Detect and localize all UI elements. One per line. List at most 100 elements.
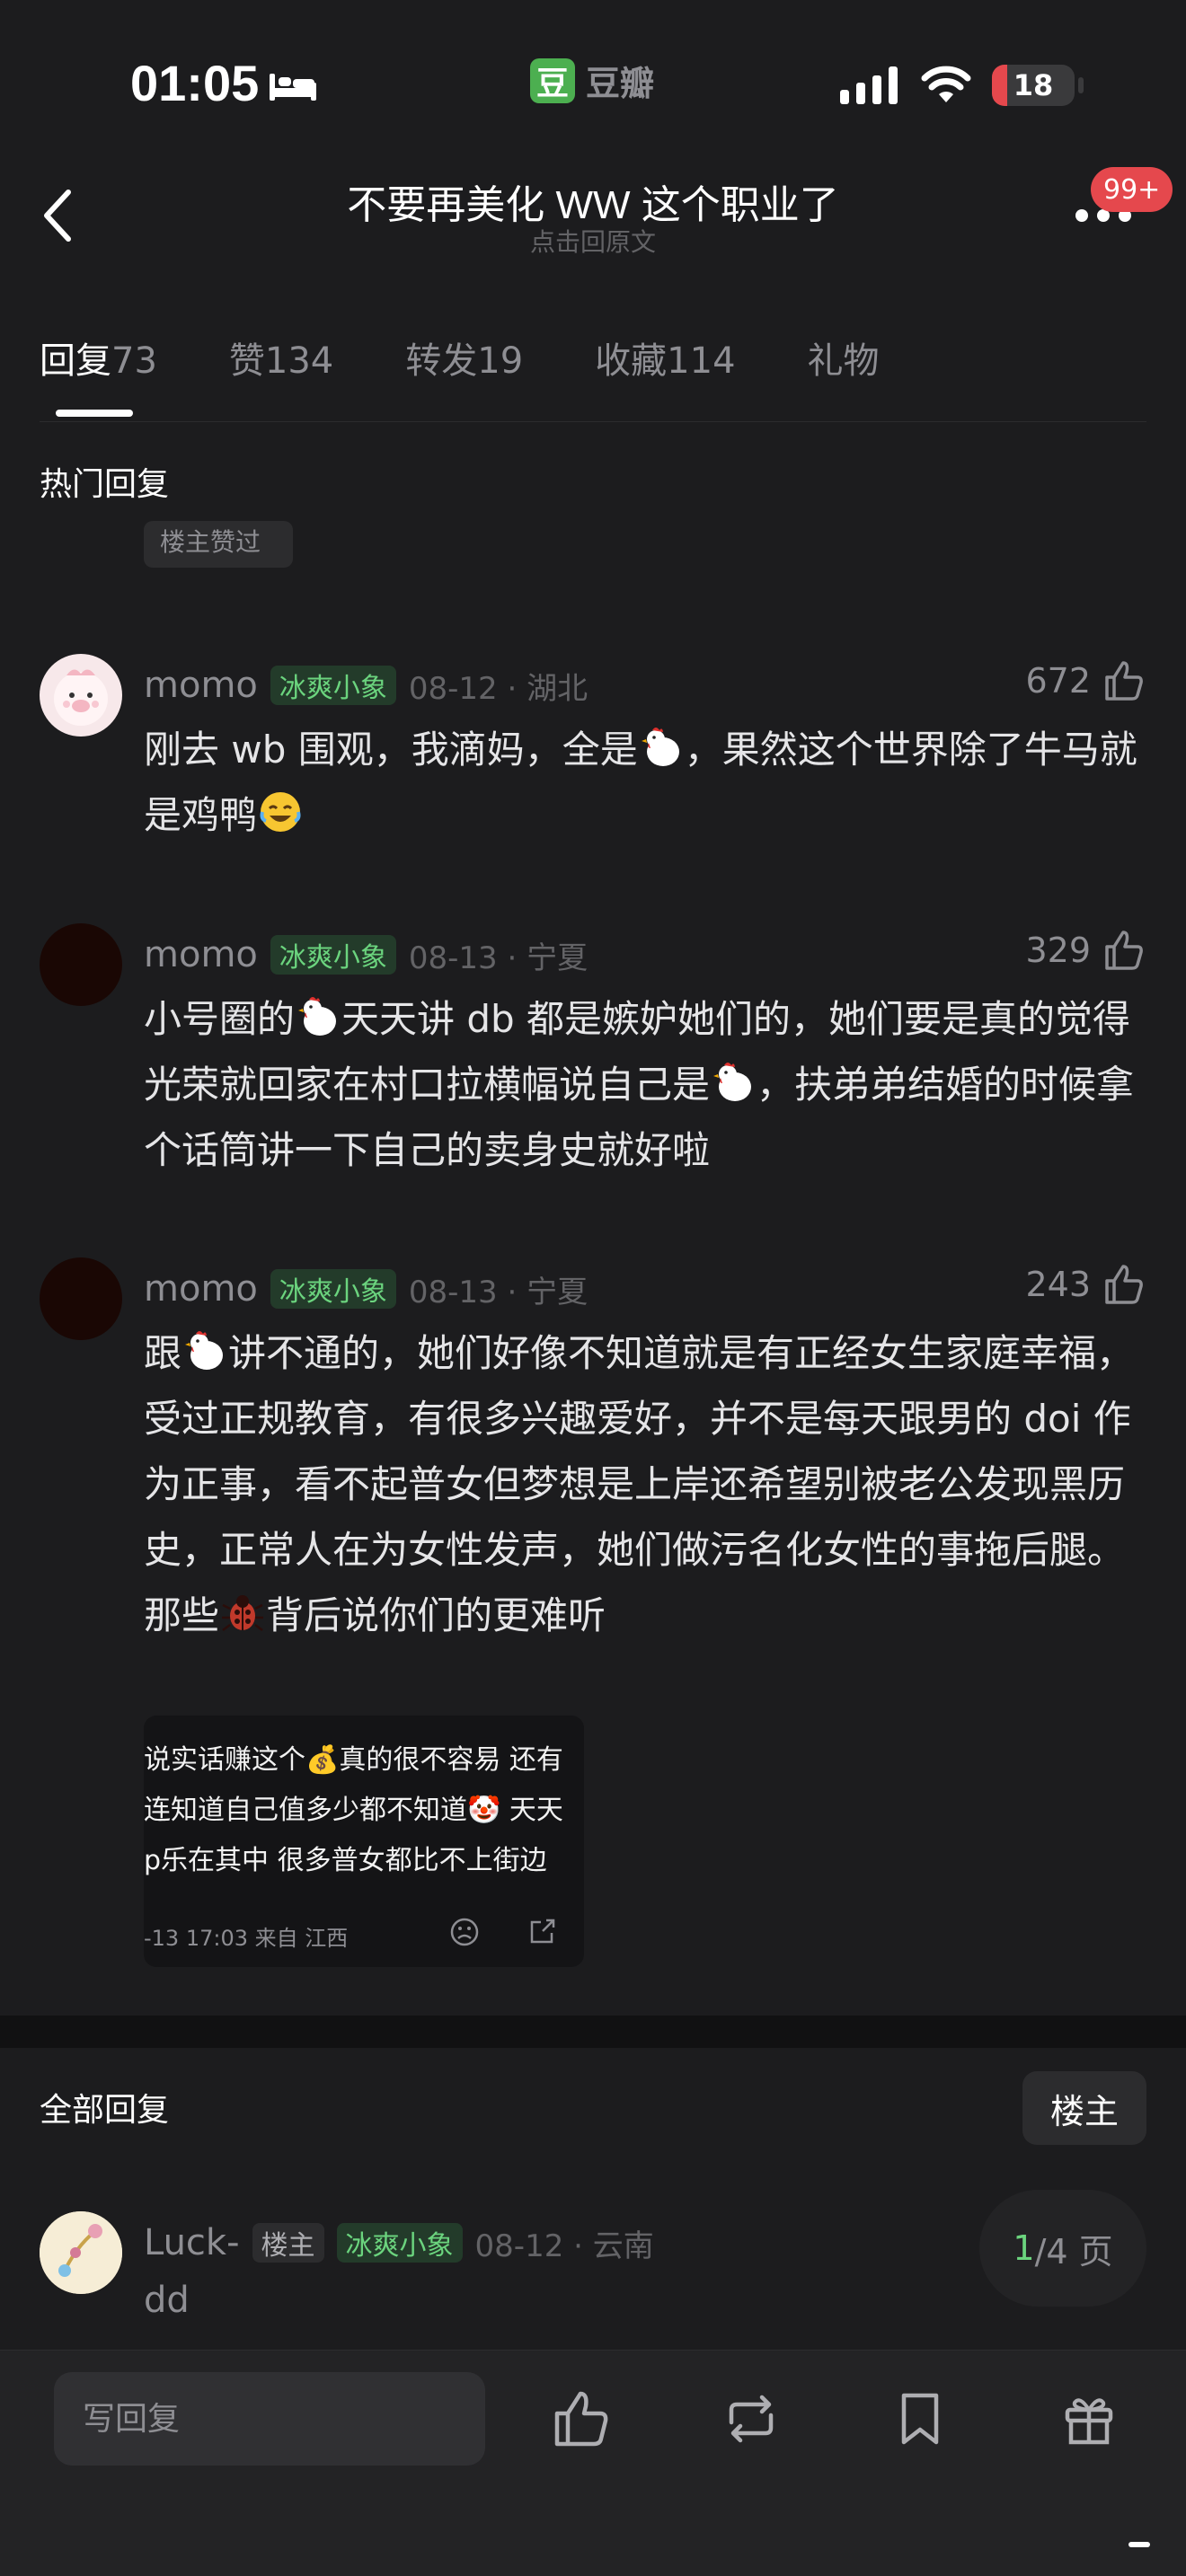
comment-date: 08-13 · 宁夏: [408, 940, 589, 976]
like-button[interactable]: 243: [1025, 1261, 1146, 1308]
repost-icon[interactable]: [719, 2386, 783, 2451]
total-pages: /4 页: [1034, 2231, 1113, 2272]
back-icon[interactable]: [36, 180, 81, 251]
like-count: 672: [1025, 661, 1091, 701]
image-text-line: 说实话赚这个💰真的很不容易 还有: [144, 1744, 563, 1776]
like-count: 243: [1025, 1265, 1091, 1304]
all-replies-title: 全部回复: [40, 2092, 170, 2129]
comment-author[interactable]: Luck-: [144, 2222, 240, 2263]
page-indicator[interactable]: 1/4 页: [979, 2190, 1146, 2307]
comment-author[interactable]: momo: [144, 665, 258, 706]
comment-text: 刚去 wb 围观，我滴妈，全是: [144, 728, 638, 772]
user-badge[interactable]: 冰爽小象: [270, 1269, 396, 1309]
battery-indicator: 18: [992, 65, 1075, 106]
reply-input[interactable]: [54, 2372, 485, 2466]
user-badge[interactable]: 冰爽小象: [270, 666, 396, 705]
comment-header: Luck- 楼主 冰爽小象 08-12 · 云南: [144, 2220, 654, 2265]
user-badge[interactable]: 冰爽小象: [336, 2223, 463, 2263]
laugh-emoji-icon: [260, 792, 301, 832]
user-badge[interactable]: 冰爽小象: [270, 935, 396, 975]
comment-body: 刚去 wb 围观，我滴妈，全是 ，果然这个世界除了牛马就是鸡鸭: [144, 717, 1146, 848]
comment-text: 跟: [144, 1331, 182, 1375]
battery-level-fill: [992, 65, 1007, 106]
chicken-emoji-icon: [298, 997, 337, 1036]
home-indicator: [1128, 2542, 1150, 2547]
comment-date: 08-13 · 宁夏: [408, 1274, 589, 1310]
comment-header: momo 冰爽小象 08-13 · 宁夏: [144, 1266, 588, 1311]
tab-label: 回复: [40, 340, 111, 382]
tab-reposts[interactable]: 转发19: [405, 332, 523, 422]
tab-collections[interactable]: 收藏114: [595, 332, 735, 422]
comment-date: 08-12 · 湖北: [408, 670, 589, 707]
battery-cap: [1078, 77, 1084, 93]
tab-active-underline: [56, 410, 133, 417]
comment-header: momo 冰爽小象 08-12 · 湖北: [144, 663, 588, 708]
thumb-up-icon: [1105, 661, 1143, 701]
comment-image-attachment[interactable]: 说实话赚这个💰真的很不容易 还有 连知道自己值多少都不知道🤡 天天 p乐在其中 …: [144, 1716, 584, 1967]
like-count: 329: [1025, 931, 1091, 970]
tab-label: 转发: [405, 340, 478, 382]
reaction-tabs: 回复73 赞134 转发19 收藏114 礼物: [40, 332, 1146, 422]
dislike-face-icon: [450, 1918, 479, 1946]
op-only-filter-button[interactable]: 楼主: [1022, 2071, 1146, 2145]
like-button[interactable]: 329: [1025, 927, 1146, 974]
bug-emoji-icon: [222, 1595, 264, 1631]
tab-replies[interactable]: 回复73: [40, 332, 157, 422]
section-divider: [0, 2016, 1186, 2048]
comment-header: momo 冰爽小象 08-13 · 宁夏: [144, 932, 588, 977]
comment-item[interactable]: momo 冰爽小象 08-13 · 宁夏 329 小号圈的 天天讲 db 都是嫉妒…: [40, 923, 1146, 1193]
tab-label: 赞: [228, 340, 265, 382]
wifi-icon: [921, 66, 971, 102]
thumb-up-icon: [1105, 1265, 1143, 1304]
comment-author[interactable]: momo: [144, 1268, 258, 1310]
notification-badge[interactable]: 99+: [1091, 167, 1173, 212]
chicken-emoji-icon: [641, 728, 679, 766]
app-logo-icon: 豆: [530, 57, 575, 103]
comment-text: 讲不通的，她们好像不知道就是有正经女生家庭幸福，受过正规教育，有很多兴趣爱好，并…: [144, 1331, 1135, 1637]
battery-percent: 18: [1013, 68, 1054, 102]
bottom-action-bar: [0, 2350, 1186, 2576]
avatar[interactable]: [40, 1257, 122, 1340]
like-button[interactable]: 672: [1025, 657, 1146, 704]
comment-date: 08-12 · 云南: [474, 2228, 654, 2264]
gift-icon[interactable]: [1057, 2386, 1121, 2451]
page-title[interactable]: 不要再美化 WW 这个职业了: [234, 172, 952, 230]
op-tag: 楼主: [252, 2223, 324, 2263]
image-text-line: p乐在其中 很多普女都比不上街边: [144, 1845, 547, 1876]
app-name: 豆瓣: [586, 64, 655, 103]
chicken-emoji-icon: [185, 1331, 224, 1370]
hot-replies-title: 热门回复: [40, 466, 170, 503]
thumb-up-icon[interactable]: [548, 2386, 613, 2451]
comment-text: 背后说你们的更难听: [266, 1593, 606, 1637]
chicken-emoji-icon: [713, 1063, 752, 1101]
avatar[interactable]: [40, 2211, 122, 2294]
avatar[interactable]: [40, 654, 122, 737]
share-icon: [530, 1919, 555, 1944]
comment-text: 小号圈的: [144, 997, 296, 1041]
status-bar: 01:05 豆 豆瓣 18: [0, 0, 1186, 171]
current-page: 1: [1013, 2228, 1035, 2268]
tab-count: 134: [264, 340, 334, 382]
image-meta: -13 17:03 来自 江西: [144, 1926, 349, 1951]
back-to-original-link[interactable]: 点击回原文: [359, 223, 827, 259]
app-indicator[interactable]: 豆 豆瓣: [530, 56, 654, 105]
comment-body: 跟讲不通的，她们好像不知道就是有正经女生家庭幸福，受过正规教育，有很多兴趣爱好，…: [144, 1320, 1146, 1648]
comment-author-continued[interactable]: dd: [144, 2280, 190, 2321]
image-text-line: 连知道自己值多少都不知道🤡 天天: [144, 1795, 563, 1826]
signal-icon: [840, 66, 898, 104]
comment-author[interactable]: momo: [144, 934, 258, 975]
comment-item[interactable]: momo 冰爽小象 08-12 · 湖北 672 刚去 wb 围观，我滴妈，全是…: [40, 654, 1146, 851]
tab-gifts[interactable]: 礼物: [808, 332, 880, 422]
flower-avatar-icon: [40, 2211, 122, 2294]
tab-likes[interactable]: 赞134: [229, 332, 333, 422]
tab-count: 73: [111, 340, 157, 382]
tab-count: 19: [477, 340, 524, 382]
tab-label: 收藏: [595, 340, 668, 382]
comment-item[interactable]: Luck- 楼主 冰爽小象 08-12 · 云南 dd: [40, 2211, 1146, 2328]
avatar[interactable]: [40, 923, 122, 1006]
bookmark-icon[interactable]: [888, 2386, 952, 2451]
comment-body: 小号圈的 天天讲 db 都是嫉妒她们的，她们要是真的觉得光荣就回家在村口拉横幅说自…: [144, 986, 1146, 1183]
tab-label: 礼物: [807, 340, 880, 382]
op-liked-label: 楼主赞过: [160, 527, 261, 557]
tab-count: 114: [667, 340, 736, 382]
